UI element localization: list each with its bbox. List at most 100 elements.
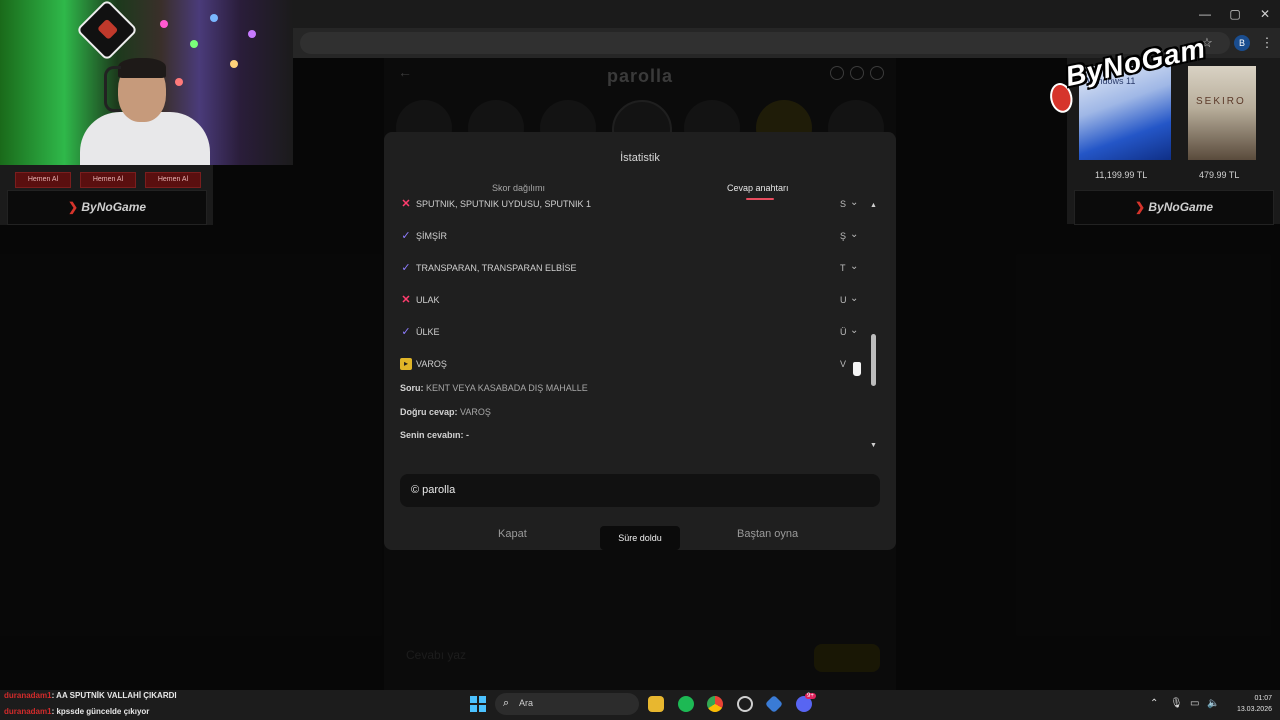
notification-badge: 9+ xyxy=(805,693,816,699)
pass-icon: ▸ xyxy=(400,358,412,370)
streamer-hair xyxy=(118,58,166,78)
browser-menu-icon[interactable]: ⋮ xyxy=(1256,32,1278,54)
statistics-modal: İstatistik Skor dağılımı Cevap anahtarı … xyxy=(384,132,896,550)
chevron-down-icon[interactable]: ⌄ xyxy=(850,293,858,304)
answer-text: ULAK xyxy=(416,295,440,305)
sponsor-banner[interactable]: ❯ ByNoGame xyxy=(1074,190,1274,225)
chat-text: : kpssde güncelde çıkıyor xyxy=(51,707,150,716)
question-detail: Soru: KENT VEYA KASABADA DIŞ MAHALLE xyxy=(400,383,588,393)
answer-row[interactable]: ✓ ÜLKE Ü ⌄ xyxy=(400,324,860,342)
sponsor-name: ByNoGame xyxy=(1148,200,1214,214)
system-clock[interactable]: 01:07 13.03.2026 xyxy=(1228,693,1272,715)
correct-answer-text: VAROŞ xyxy=(460,407,491,417)
answer-row[interactable]: ✓ ŞİMŞİR Ş ⌄ xyxy=(400,228,860,246)
answer-row[interactable]: ✓ TRANSPARAN, TRANSPARAN ELBİSE T ⌄ xyxy=(400,260,860,278)
restart-button[interactable]: Baştan oyna xyxy=(737,528,798,540)
question-label: Soru: xyxy=(400,383,424,393)
chat-user: duranadam1 xyxy=(4,707,52,716)
volume-icon[interactable]: 🔈 xyxy=(1207,698,1219,709)
sponsor-logo-icon: ❯ xyxy=(67,200,79,214)
question-text: KENT VEYA KASABADA DIŞ MAHALLE xyxy=(426,383,588,393)
chat-text: : AA SPUTNİK VALLAHİ ÇIKARDI xyxy=(51,691,177,700)
channel-logo xyxy=(75,0,139,62)
answer-text: TRANSPARAN, TRANSPARAN ELBİSE xyxy=(416,263,577,273)
minimize-button[interactable]: — xyxy=(1188,4,1222,24)
scroll-up-icon[interactable]: ▲ xyxy=(870,202,877,209)
light-decoration xyxy=(248,30,256,38)
chat-user: duranadam1 xyxy=(4,691,52,700)
chevron-down-icon[interactable]: ⌄ xyxy=(850,198,858,208)
search-placeholder: Ara xyxy=(519,698,534,708)
correct-answer-label: Doğru cevap: xyxy=(400,407,458,417)
check-icon: ✓ xyxy=(401,230,411,242)
spotify-icon[interactable] xyxy=(678,696,694,712)
answer-row[interactable]: ✕ ULAK U ⌄ xyxy=(400,292,860,310)
chat-message: duranadam1: kpssde güncelde çıkıyor xyxy=(4,707,149,716)
answer-text: ŞİMŞİR xyxy=(416,231,448,241)
search-icon: ⌕ xyxy=(503,697,510,709)
product-name: SEKIRO xyxy=(1196,96,1246,107)
correct-answer-detail: Doğru cevap: VAROŞ xyxy=(400,407,491,417)
light-decoration xyxy=(190,40,198,48)
profile-avatar[interactable]: B xyxy=(1234,35,1250,51)
check-icon: ✓ xyxy=(401,326,411,338)
taskbar xyxy=(0,690,1280,720)
chevron-down-icon[interactable]: ⌄ xyxy=(850,261,858,272)
answer-letter: Ü xyxy=(840,327,847,337)
chat-message: duranadam1: AA SPUTNİK VALLAHİ ÇIKARDI xyxy=(4,691,177,700)
buy-button[interactable]: Hemen Al xyxy=(15,172,71,188)
check-icon: ✓ xyxy=(401,262,411,274)
scrollbar[interactable]: ▲ ▼ xyxy=(870,202,878,452)
maximize-button[interactable]: ▢ xyxy=(1218,4,1252,24)
chrome-icon[interactable] xyxy=(707,696,723,712)
clock-date: 13.03.2026 xyxy=(1236,706,1272,713)
answer-list: ✕ SPUTNIK, SPUTNIK UYDUSU, SPUTNIK 1 S ⌄… xyxy=(384,198,874,458)
microphone-icon[interactable]: 🎙 xyxy=(1170,698,1183,709)
file-explorer-icon[interactable] xyxy=(648,696,664,712)
sponsor-name: ByNoGame xyxy=(81,200,147,214)
light-decoration xyxy=(210,14,218,22)
buy-button[interactable]: Hemen Al xyxy=(80,172,136,188)
answer-text: ÜLKE xyxy=(416,327,440,337)
answer-letter: S xyxy=(840,199,847,209)
answer-text: SPUTNIK, SPUTNIK UYDUSU, SPUTNIK 1 xyxy=(416,199,592,209)
network-icon[interactable]: ▭ xyxy=(1190,698,1199,709)
modal-title: İstatistik xyxy=(620,152,660,164)
answer-text: VAROŞ xyxy=(416,359,447,369)
sponsor-banner[interactable]: ❯ ByNoGame xyxy=(7,190,207,225)
scrollbar-thumb[interactable] xyxy=(871,334,876,386)
answer-letter: Ş xyxy=(840,231,847,241)
brand-text: © parolla xyxy=(411,484,456,496)
sponsor-logo-icon: ❯ xyxy=(1134,200,1146,214)
buy-button[interactable]: Hemen Al xyxy=(145,172,201,188)
webcam-overlay xyxy=(0,0,293,165)
chevron-down-icon[interactable]: ⌄ xyxy=(850,325,858,336)
mouse-cursor-icon xyxy=(852,361,862,377)
answer-letter: V xyxy=(840,359,847,369)
brand-bar: © parolla xyxy=(400,474,880,507)
answer-row[interactable]: ✕ SPUTNIK, SPUTNIK UYDUSU, SPUTNIK 1 S ⌄ xyxy=(400,198,860,214)
clock-time: 01:07 xyxy=(1254,695,1272,702)
start-button-icon[interactable] xyxy=(470,696,486,712)
your-answer-label: Senin cevabın: xyxy=(400,430,464,440)
your-answer-text: - xyxy=(466,430,470,440)
scroll-down-icon[interactable]: ▼ xyxy=(870,442,877,449)
light-decoration xyxy=(230,60,238,68)
your-answer-detail: Senin cevabın: - xyxy=(400,430,469,440)
answer-letter: U xyxy=(840,295,847,305)
wrong-icon: ✕ xyxy=(401,294,411,306)
light-decoration xyxy=(160,20,168,28)
product-price: 479.99 TL xyxy=(1199,170,1240,180)
tab-score-distribution[interactable]: Skor dağılımı xyxy=(492,183,545,193)
app-icon[interactable] xyxy=(737,696,753,712)
tray-chevron-icon[interactable]: ⌃ xyxy=(1150,698,1158,709)
tab-answer-key[interactable]: Cevap anahtarı xyxy=(727,183,789,193)
answer-row-expanded[interactable]: ▸ VAROŞ V xyxy=(400,356,860,374)
close-window-button[interactable]: ✕ xyxy=(1248,4,1280,24)
product-price: 11,199.99 TL xyxy=(1095,170,1148,180)
light-decoration xyxy=(175,78,183,86)
taskbar-search[interactable]: ⌕ Ara xyxy=(495,693,639,715)
headset xyxy=(104,66,121,112)
chevron-down-icon[interactable]: ⌄ xyxy=(850,229,858,240)
close-button[interactable]: Kapat xyxy=(498,528,527,540)
